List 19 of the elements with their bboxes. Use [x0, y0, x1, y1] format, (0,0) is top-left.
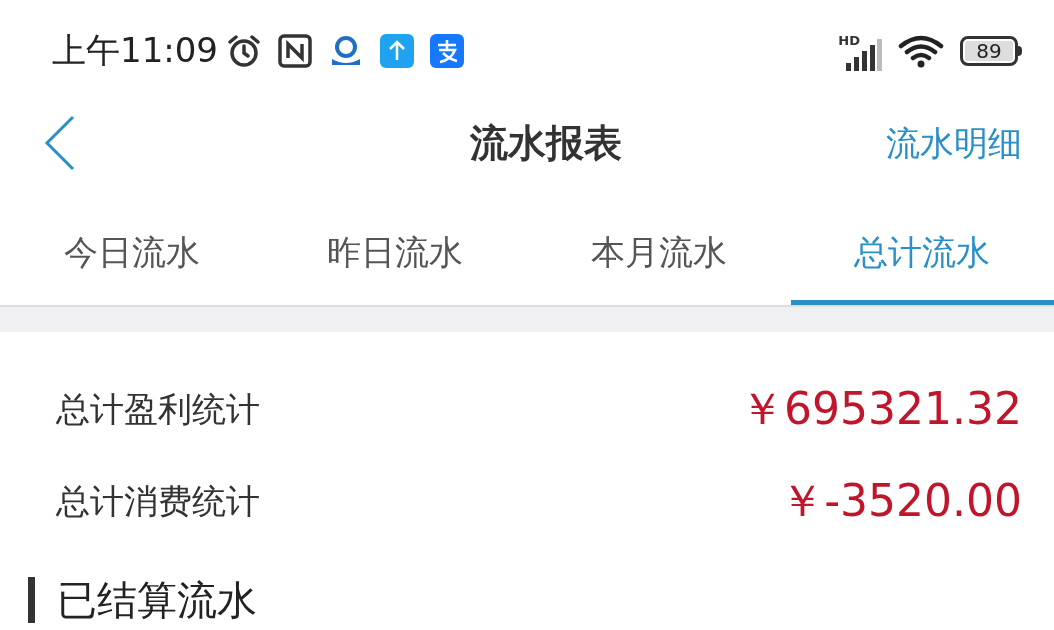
battery-level: 89 — [976, 40, 1002, 61]
stat-value: ￥695321.32 — [740, 382, 1022, 436]
upload-app-icon — [380, 33, 414, 68]
stat-value: ￥-3520.00 — [780, 474, 1022, 528]
wifi-icon — [898, 33, 944, 68]
nfc-icon — [278, 33, 312, 68]
detail-link[interactable]: 流水明细 — [886, 118, 1022, 169]
network-label: HD — [838, 32, 860, 51]
status-time: 上午11:09 — [52, 29, 218, 73]
stat-label: 总计盈利统计 — [56, 387, 260, 431]
stat-label: 总计消费统计 — [56, 479, 260, 523]
tab[interactable]: 今日流水 — [0, 205, 264, 305]
page-title: 流水报表 — [470, 120, 622, 167]
tab[interactable]: 昨日流水 — [263, 205, 527, 305]
section-title: 已结算流水 — [57, 576, 257, 625]
alarm-clock-icon — [226, 32, 262, 69]
tab[interactable]: 本月流水 — [527, 205, 791, 305]
section-marker — [28, 577, 35, 623]
payment-app-icon — [430, 33, 464, 68]
